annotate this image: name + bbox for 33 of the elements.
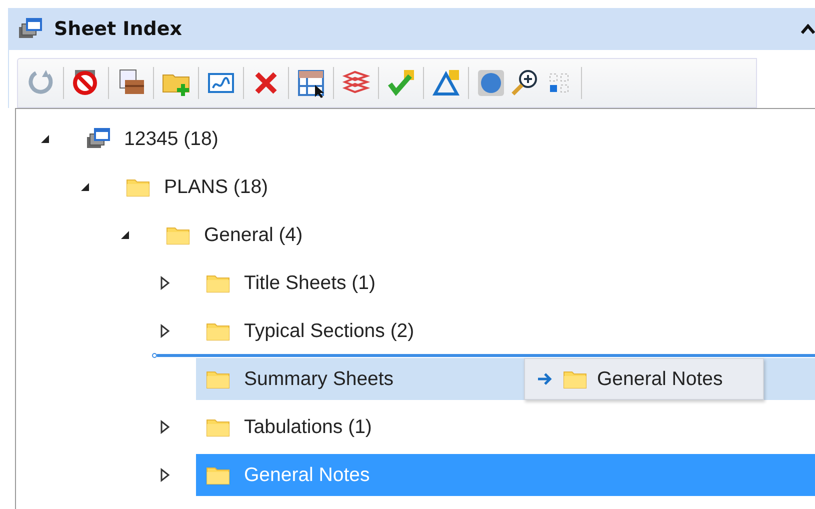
tree-item[interactable]: General (4) — [156, 214, 815, 256]
tree-item[interactable]: PLANS (18) — [116, 166, 815, 208]
arrow-icon — [537, 372, 553, 386]
collapsed-triangle-icon[interactable] — [160, 276, 170, 290]
checkmark-icon — [386, 68, 416, 98]
folder-icon — [166, 225, 190, 245]
tree-item[interactable]: Tabulations (1) — [196, 406, 815, 448]
tree-item[interactable]: Typical Sections (2) — [196, 310, 815, 352]
zoom-in-icon — [510, 68, 540, 98]
folder-icon — [206, 321, 230, 341]
folder-icon — [206, 417, 230, 437]
folder-icon — [206, 369, 230, 389]
collapsed-triangle-icon[interactable] — [160, 324, 170, 338]
toolbar-button[interactable] — [296, 68, 326, 98]
collapsed-triangle-icon[interactable] — [160, 468, 170, 482]
tree-item[interactable]: Title Sheets (1) — [196, 262, 815, 304]
expanded-triangle-icon[interactable] — [80, 182, 90, 192]
folder-icon — [206, 273, 230, 293]
drag-label: General Notes — [597, 368, 723, 390]
expanded-triangle-icon[interactable] — [120, 230, 130, 240]
triangle-icon — [431, 68, 461, 98]
stacked-windows-icon — [86, 128, 110, 150]
folder-icon — [206, 465, 230, 485]
collapsed-triangle-icon[interactable] — [160, 420, 170, 434]
tree-item[interactable]: 12345 (18) — [76, 118, 815, 160]
table-cursor-icon — [296, 68, 326, 98]
stacked-windows-icon — [18, 18, 42, 40]
panel-title: Sheet Index — [54, 18, 184, 40]
toolbar-button[interactable] — [510, 68, 540, 98]
folder-icon — [126, 177, 150, 197]
collapse-chevron-icon[interactable] — [801, 24, 815, 34]
folder-icon — [563, 369, 587, 389]
expanded-triangle-icon[interactable] — [40, 134, 50, 144]
